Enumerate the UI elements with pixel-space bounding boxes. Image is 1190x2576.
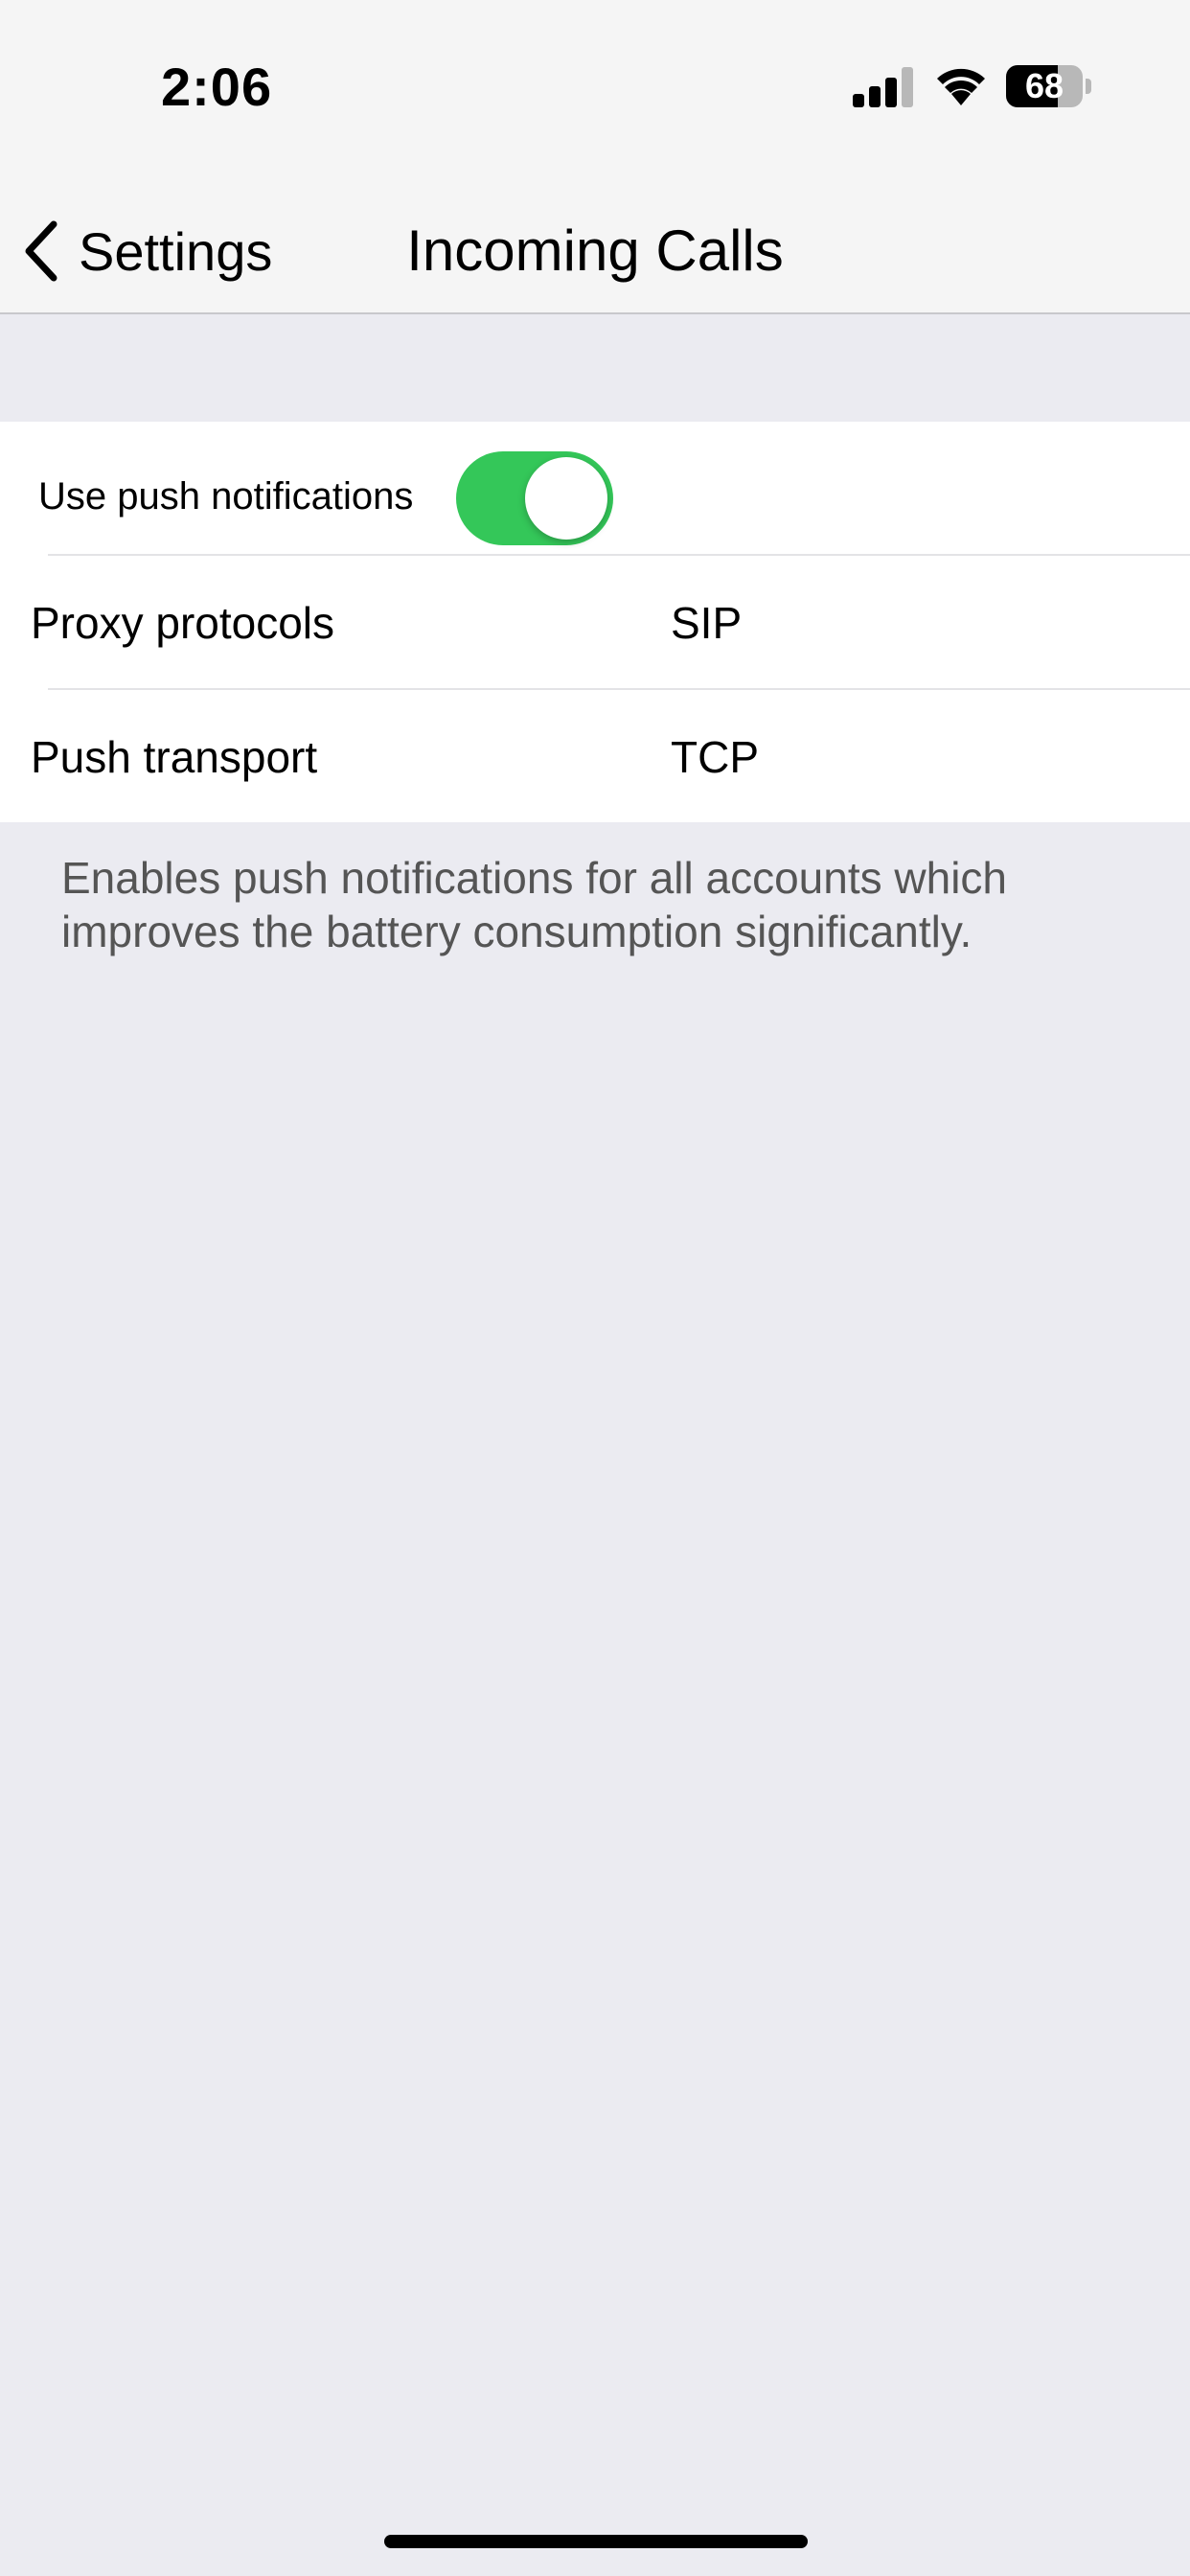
battery-tip [1086,79,1091,94]
push-notifications-label: Use push notifications [38,475,414,518]
chevron-left-icon [25,220,57,282]
proxy-protocols-value: SIP [671,598,743,648]
home-indicator[interactable] [384,2535,808,2548]
battery-icon: 68 [1006,65,1083,107]
proxy-protocols-label: Proxy protocols [31,598,335,648]
settings-group: Use push notifications Proxy protocols S… [0,422,1190,822]
section-footer-text: Enables push notifications for all accou… [61,853,1008,956]
cellular-signal-icon [853,67,914,107]
push-transport-label: Push transport [31,732,318,782]
push-notifications-row: Use push notifications [0,422,1190,556]
push-notifications-toggle[interactable] [456,451,613,545]
toggle-knob [525,457,607,540]
back-label: Settings [79,220,273,282]
proxy-protocols-row[interactable]: Proxy protocols SIP [0,556,1190,690]
back-button[interactable]: Settings [21,213,309,289]
navigation-bar: Incoming Calls Settings [0,163,1190,314]
push-transport-value: TCP [671,732,759,782]
push-transport-row[interactable]: Push transport TCP [0,690,1190,824]
battery-percentage: 68 [1024,66,1064,105]
wifi-icon [937,68,985,105]
status-time: 2:06 [161,57,273,117]
status-bar: 2:06 68 [0,0,1190,163]
